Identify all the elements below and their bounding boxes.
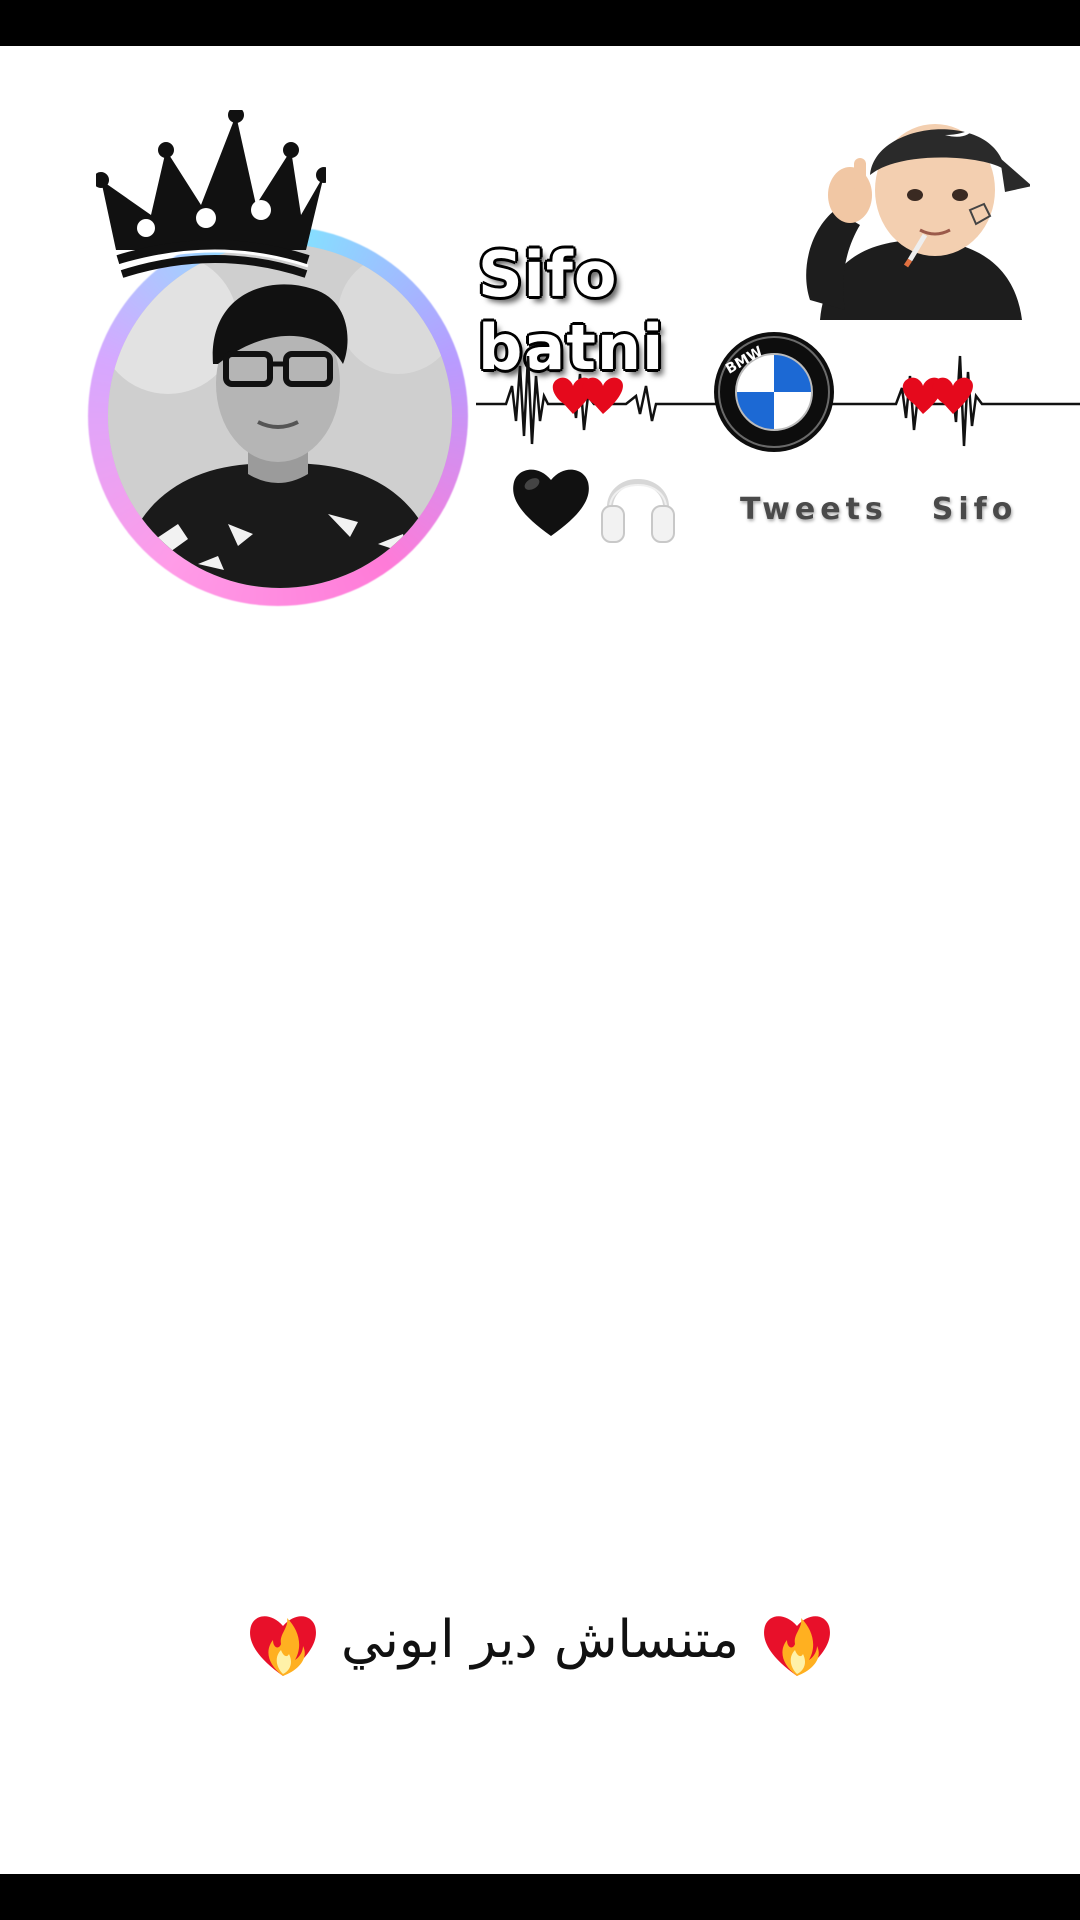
heart-on-fire-icon xyxy=(763,1616,830,1676)
profile-name: Sifo batni xyxy=(478,238,665,384)
tagline: Tweets Sifo xyxy=(740,492,1080,532)
black-heart-icon xyxy=(513,469,589,536)
tagline-word-sifo: Sifo xyxy=(931,492,1018,527)
caption-row: متنساش دير ابوني xyxy=(0,1590,1080,1690)
red-hearts-icon xyxy=(552,377,623,414)
top-black-bar xyxy=(0,0,1080,46)
bmw-logo: BMW xyxy=(714,332,834,452)
memoji-sticker xyxy=(806,124,1030,320)
headphones-icon xyxy=(601,479,675,543)
bottom-black-bar xyxy=(0,1874,1080,1920)
avatar-portrait xyxy=(108,244,452,588)
heartbeat-line: BMW xyxy=(476,332,1080,452)
heart-on-fire-icon xyxy=(250,1616,316,1676)
caption-text: متنساش دير ابوني xyxy=(341,1610,739,1670)
tagline-word-tweets: Tweets xyxy=(740,492,888,527)
crown-icon xyxy=(96,110,326,278)
avatar[interactable] xyxy=(108,244,452,588)
